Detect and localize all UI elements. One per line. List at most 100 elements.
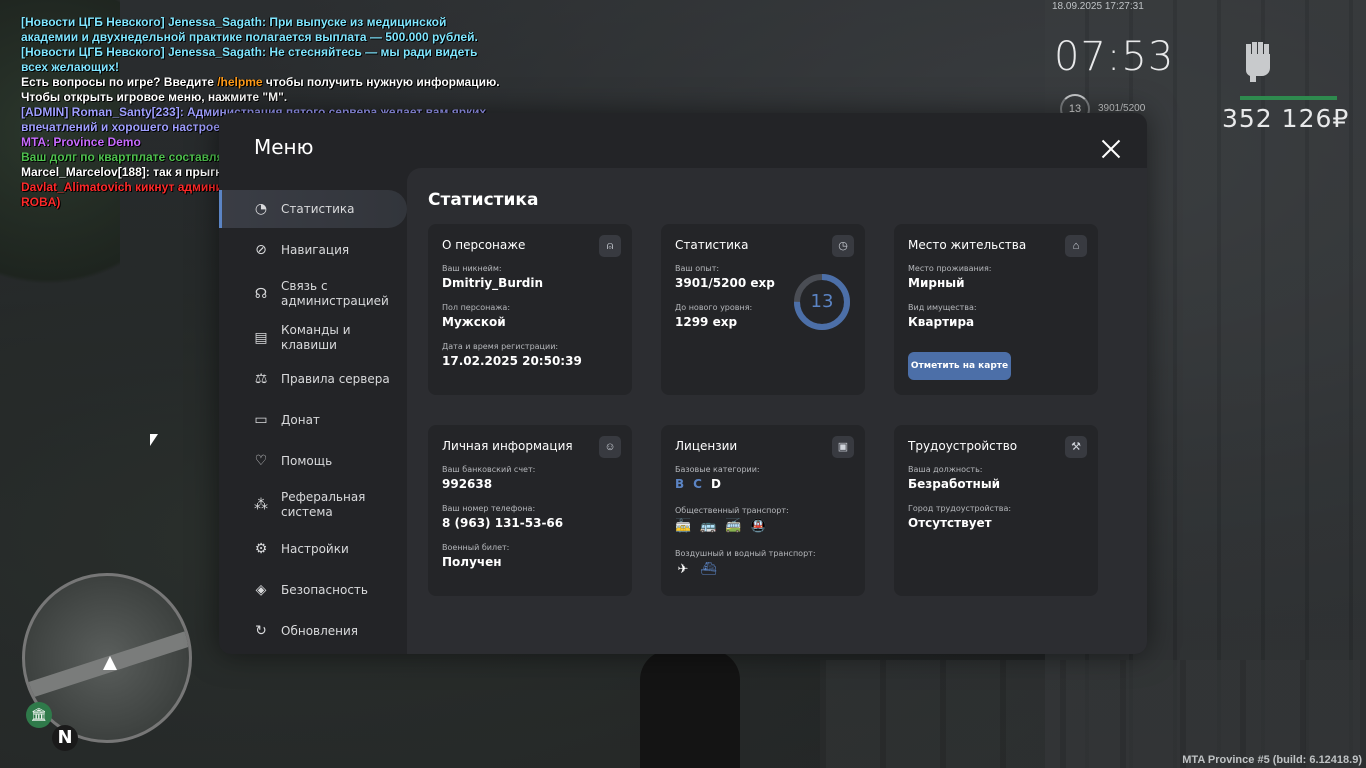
background-fence xyxy=(820,660,1366,768)
card-character: О персонаже ⍝ Ваш никнейм: Dmitriy_Burdi… xyxy=(428,224,632,395)
property-type-label: Вид имущества: xyxy=(908,303,977,312)
employment-city-label: Город трудоустройства: xyxy=(908,504,1012,513)
employment-city-value: Отсутствует xyxy=(908,516,992,530)
phone-value: 8 (963) 131-53-66 xyxy=(442,516,564,530)
airplane-icon: ✈ xyxy=(677,561,689,576)
nav-item-referral[interactable]: ⁂ Реферальная система xyxy=(219,483,407,527)
hud-datetime: 18.09.2025 17:27:31 xyxy=(1052,1,1144,12)
gear-icon: ⚙ xyxy=(254,541,268,557)
hammer-icon: ⚒ xyxy=(1065,436,1087,458)
nickname-value: Dmitriy_Burdin xyxy=(442,276,544,290)
nav-label: Помощь xyxy=(281,453,333,468)
menu-content: Статистика О персонаже ⍝ Ваш никнейм: Dm… xyxy=(407,168,1147,654)
license-categories: BCD xyxy=(675,477,730,491)
chat-command: /helpme xyxy=(217,75,263,89)
mark-on-map-button[interactable]: Отметить на карте xyxy=(908,352,1011,380)
chat-line: [Новости ЦГБ Невского] Jenessa_Sagath: Н… xyxy=(21,45,481,74)
chat-text: Есть вопросы по игре? Введите xyxy=(21,75,218,89)
exp-label: Ваш опыт: xyxy=(675,264,720,273)
bank-icon: 🏛 xyxy=(26,702,52,728)
refresh-icon: ↻ xyxy=(255,623,267,639)
face-icon: ☺ xyxy=(599,436,621,458)
hud-health-bar xyxy=(1240,96,1337,100)
hud-clock: 07:53 xyxy=(1054,34,1175,80)
nav-item-statistics[interactable]: ◔ Статистика xyxy=(219,190,407,228)
nav-item-help[interactable]: ♡ Помощь xyxy=(219,442,407,480)
category-b: B xyxy=(675,477,685,491)
category-d: D xyxy=(710,477,721,491)
nav-label: Безопасность xyxy=(281,582,368,597)
nav-label: Обновления xyxy=(281,623,359,638)
boat-icon: ⛴ xyxy=(700,561,717,576)
nav-label: Связь с администрацией xyxy=(281,279,389,308)
content-title: Статистика xyxy=(428,190,539,210)
registration-label: Дата и время регистрации: xyxy=(442,342,559,351)
card-title: Лицензии xyxy=(675,439,738,453)
military-id-value: Получен xyxy=(442,555,502,569)
level-number: 13 xyxy=(810,291,834,312)
card-residence: Место жительства ⌂ Место проживания: Мир… xyxy=(894,224,1098,395)
card-title: Личная информация xyxy=(442,439,573,453)
card-personal-info: Личная информация ☺ Ваш банковский счет:… xyxy=(428,425,632,596)
position-label: Ваша должность: xyxy=(908,465,983,474)
nav-item-rules[interactable]: ⚖ Правила сервера xyxy=(219,360,407,398)
air-water-transport-icons: ✈ ⛴ xyxy=(675,561,725,577)
nav-label: Статистика xyxy=(281,201,355,216)
chat-line: [Новости ЦГБ Невского] Jenessa_Sagath: П… xyxy=(21,15,478,44)
user-icon: ⍝ xyxy=(599,235,621,257)
game-menu: Меню ◔ Статистика ⊘ Навигация ☊ Связь с … xyxy=(219,113,1147,654)
bank-account-label: Ваш банковский счет: xyxy=(442,465,536,474)
subway-icon: 🚇 xyxy=(750,518,767,533)
public-transport-label: Общественный транспорт: xyxy=(675,506,789,515)
nav-item-navigation[interactable]: ⊘ Навигация xyxy=(219,231,407,269)
property-type-value: Квартира xyxy=(908,315,975,329)
nav-label: Настройки xyxy=(281,541,349,556)
close-button[interactable] xyxy=(1099,137,1123,161)
nav-item-settings[interactable]: ⚙ Настройки xyxy=(219,530,407,568)
residence-value: Мирный xyxy=(908,276,965,290)
card-title: Статистика xyxy=(675,238,749,252)
categories-label: Базовые категории: xyxy=(675,465,760,474)
stopwatch-icon: ◷ xyxy=(832,235,854,257)
position-value: Безработный xyxy=(908,477,1001,491)
nav-item-commands[interactable]: ▤ Команды и клавиши xyxy=(219,319,407,357)
card-licenses: Лицензии ▣ Базовые категории: BCD Общест… xyxy=(661,425,865,596)
public-transport-icons: 🚋 🚌 🚎 🚇 xyxy=(675,518,775,534)
player-arrow-icon xyxy=(103,656,117,670)
category-c: C xyxy=(693,477,702,491)
chat-text: чтобы получить нужную информацию. xyxy=(262,75,500,89)
gender-label: Пол персонажа: xyxy=(442,303,511,312)
next-level-value: 1299 exp xyxy=(675,315,738,329)
exp-value: 3901/5200 exp xyxy=(675,276,775,290)
wallet-icon: ▭ xyxy=(254,412,268,428)
fist-icon xyxy=(1245,42,1270,82)
build-info: MTA Province #5 (build: 6.12418.9) xyxy=(1182,754,1362,766)
chat-line: Есть вопросы по игре? Введите /helpme чт… xyxy=(21,75,501,90)
nav-item-contact-admin[interactable]: ☊ Связь с администрацией xyxy=(219,272,407,316)
compass-icon: ⊘ xyxy=(255,242,267,258)
gender-value: Мужской xyxy=(442,315,506,329)
headset-icon: ☊ xyxy=(254,286,268,302)
air-water-transport-label: Воздушный и водный транспорт: xyxy=(675,549,816,558)
mouse-cursor-icon xyxy=(150,434,158,446)
phone-label: Ваш номер телефона: xyxy=(442,504,536,513)
nav-label: Донат xyxy=(281,412,320,427)
chat-line: Чтобы открыть игровое меню, нажмите "M". xyxy=(21,90,288,104)
menu-title: Меню xyxy=(254,135,314,159)
pie-chart-icon: ◔ xyxy=(254,201,268,217)
house-icon: ⌂ xyxy=(1065,235,1087,257)
next-level-label: До нового уровня: xyxy=(675,303,753,312)
north-indicator: N xyxy=(52,725,78,751)
nav-item-security[interactable]: ◈ Безопасность xyxy=(219,571,407,609)
nav-item-donate[interactable]: ▭ Донат xyxy=(219,401,407,439)
tram-icon: 🚋 xyxy=(675,518,692,533)
nav-label: Правила сервера xyxy=(281,371,390,386)
card-employment: Трудоустройство ⚒ Ваша должность: Безраб… xyxy=(894,425,1098,596)
bus-icon: 🚌 xyxy=(700,518,717,533)
nav-label: Реферальная система xyxy=(281,490,366,519)
id-card-icon: ▣ xyxy=(832,436,854,458)
card-title: Место жительства xyxy=(908,238,1027,252)
nav-item-updates[interactable]: ↻ Обновления xyxy=(219,612,407,650)
trolleybus-icon: 🚎 xyxy=(725,518,742,533)
residence-label: Место проживания: xyxy=(908,264,992,273)
